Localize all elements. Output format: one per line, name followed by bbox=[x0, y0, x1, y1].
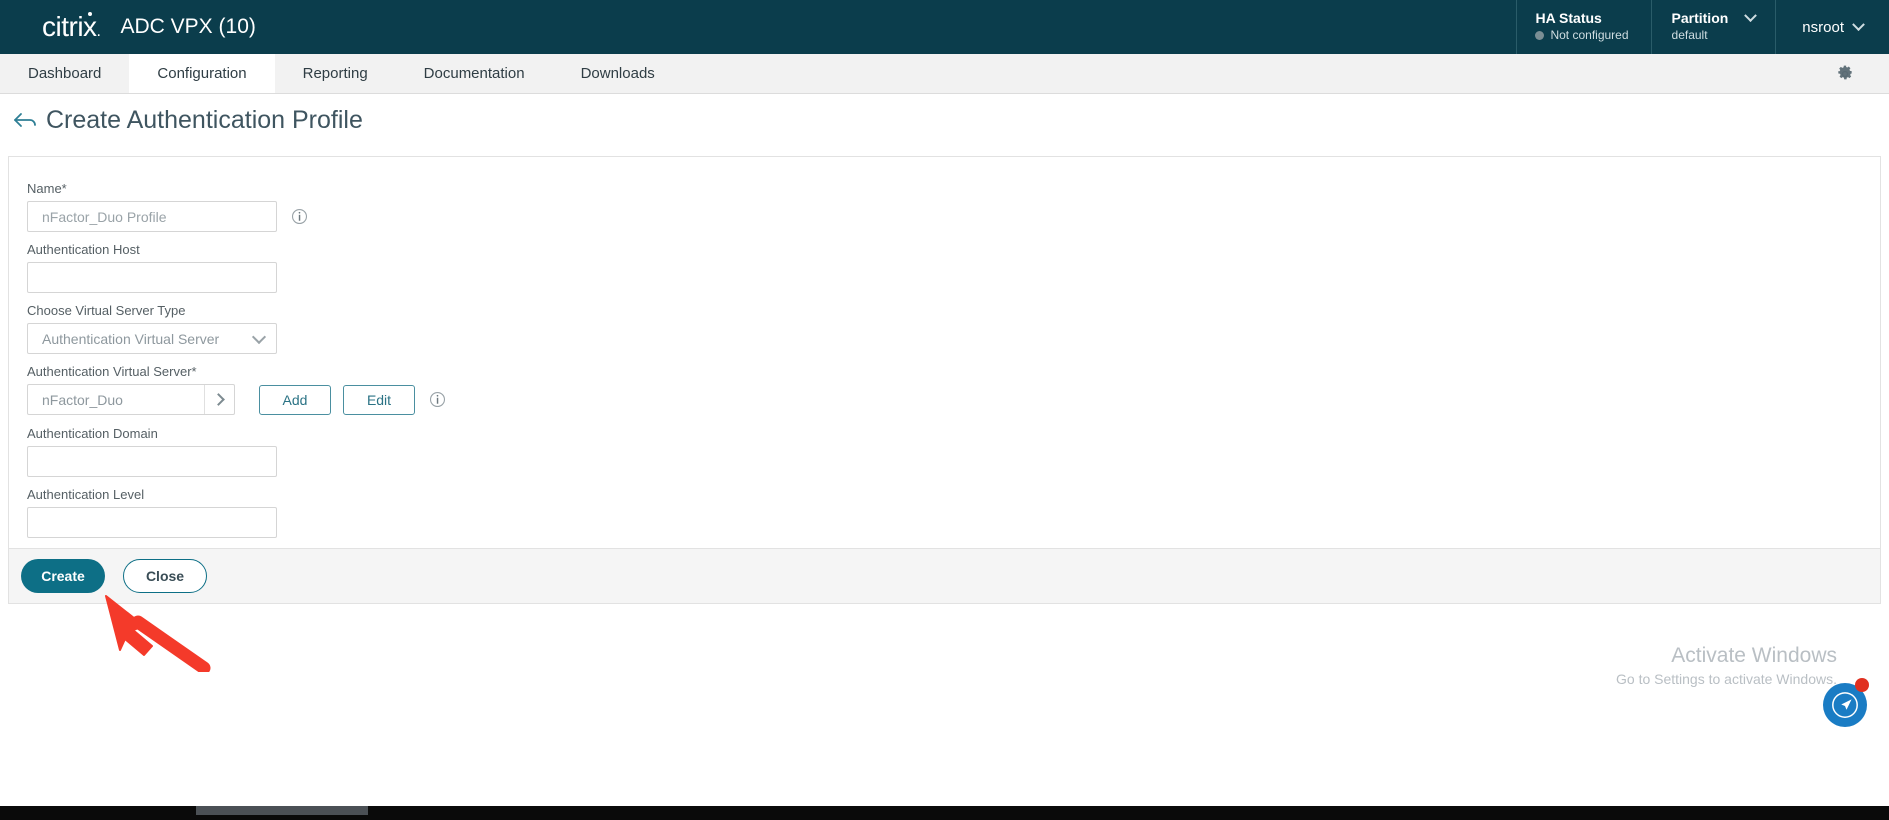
info-icon[interactable] bbox=[291, 208, 308, 225]
virtual-server-type-select[interactable]: Authentication Virtual Server bbox=[27, 323, 277, 354]
field-authentication-host: Authentication Host bbox=[27, 242, 277, 293]
citrix-logo[interactable]: citrix. bbox=[42, 12, 101, 41]
field-authentication-domain: Authentication Domain bbox=[27, 426, 277, 477]
back-arrow-icon[interactable] bbox=[12, 108, 40, 132]
field-virtual-server-type: Choose Virtual Server Type Authenticatio… bbox=[27, 303, 277, 354]
partition-title: Partition bbox=[1671, 9, 1729, 26]
authentication-domain-input[interactable] bbox=[27, 446, 277, 477]
edit-button[interactable]: Edit bbox=[343, 384, 415, 415]
partition-block[interactable]: Partition default bbox=[1650, 0, 1776, 54]
citrix-logo-dot bbox=[88, 12, 92, 16]
top-bar-right-group: HA Status Not configured Partition defau… bbox=[1516, 0, 1889, 54]
fab-notification-badge bbox=[1855, 678, 1869, 692]
page-title: Create Authentication Profile bbox=[46, 105, 363, 134]
field-authentication-host-label: Authentication Host bbox=[27, 242, 140, 257]
bottom-strip-segment bbox=[196, 806, 368, 815]
authentication-virtual-server-expand[interactable] bbox=[204, 385, 234, 414]
form-action-bar: Create Close bbox=[8, 548, 1881, 604]
ha-status-led-icon bbox=[1535, 31, 1545, 41]
navigation-arrow-icon bbox=[1832, 692, 1858, 718]
partition-value: default bbox=[1671, 28, 1708, 43]
tab-dashboard[interactable]: Dashboard bbox=[0, 54, 129, 93]
field-authentication-virtual-server-label: Authentication Virtual Server* bbox=[27, 364, 197, 379]
gear-icon bbox=[1838, 65, 1852, 79]
field-authentication-virtual-server: Authentication Virtual Server* nFactor_D… bbox=[27, 364, 446, 415]
tab-documentation[interactable]: Documentation bbox=[396, 54, 553, 93]
ha-status-value: Not configured bbox=[1550, 27, 1629, 42]
citrix-logo-trail: . bbox=[96, 23, 101, 40]
watermark-subtitle: Go to Settings to activate Windows. bbox=[1616, 671, 1837, 688]
field-authentication-level-label: Authentication Level bbox=[27, 487, 145, 502]
info-icon[interactable] bbox=[429, 391, 446, 408]
ha-status-block[interactable]: HA Status Not configured bbox=[1516, 0, 1650, 54]
field-name-label: Name* bbox=[27, 181, 67, 196]
tab-reporting[interactable]: Reporting bbox=[275, 54, 396, 93]
app-title: ADC VPX (10) bbox=[120, 15, 256, 38]
authentication-level-input[interactable] bbox=[27, 507, 277, 538]
chevron-down-icon[interactable] bbox=[1744, 9, 1758, 23]
field-virtual-server-type-label: Choose Virtual Server Type bbox=[27, 303, 186, 318]
settings-button[interactable] bbox=[1801, 54, 1889, 93]
ha-status-title: HA Status bbox=[1535, 10, 1602, 27]
authentication-virtual-server-value: nFactor_Duo bbox=[42, 391, 123, 408]
user-chevron-down-icon[interactable] bbox=[1852, 17, 1865, 31]
bottom-strip bbox=[0, 806, 1889, 820]
tab-configuration[interactable]: Configuration bbox=[129, 54, 275, 93]
user-name: nsroot bbox=[1802, 18, 1844, 36]
authentication-profile-form: Name* Authentication Host Choose Virtual… bbox=[8, 156, 1881, 548]
field-name-row bbox=[27, 201, 308, 232]
field-authentication-level: Authentication Level bbox=[27, 487, 277, 538]
close-button[interactable]: Close bbox=[123, 559, 207, 593]
field-authentication-domain-label: Authentication Domain bbox=[27, 426, 158, 441]
annotation-arrow bbox=[105, 595, 211, 672]
add-button[interactable]: Add bbox=[259, 384, 331, 415]
authentication-host-input[interactable] bbox=[27, 262, 277, 293]
watermark-title: Activate Windows bbox=[1671, 644, 1837, 668]
ha-status-value-row: Not configured bbox=[1535, 27, 1629, 44]
field-name: Name* bbox=[27, 181, 308, 232]
partition-title-row: Partition bbox=[1671, 9, 1758, 28]
activate-windows-watermark: Activate Windows Go to Settings to activ… bbox=[1616, 642, 1837, 690]
top-brand-bar: citrix. ADC VPX (10) HA Status Not confi… bbox=[0, 0, 1889, 54]
main-tab-bar: Dashboard Configuration Reporting Docume… bbox=[0, 54, 1889, 94]
name-input[interactable] bbox=[27, 201, 277, 232]
user-menu[interactable]: nsroot bbox=[1775, 0, 1889, 54]
create-button[interactable]: Create bbox=[21, 559, 105, 593]
chevron-down-icon bbox=[251, 329, 267, 345]
tab-downloads[interactable]: Downloads bbox=[553, 54, 683, 93]
authentication-virtual-server-row: nFactor_Duo Add Edit bbox=[27, 384, 446, 415]
page-header: Create Authentication Profile bbox=[0, 94, 1889, 146]
virtual-server-type-value: Authentication Virtual Server bbox=[42, 330, 220, 347]
authentication-virtual-server-picker[interactable]: nFactor_Duo bbox=[27, 384, 235, 415]
chevron-right-icon bbox=[211, 393, 225, 406]
